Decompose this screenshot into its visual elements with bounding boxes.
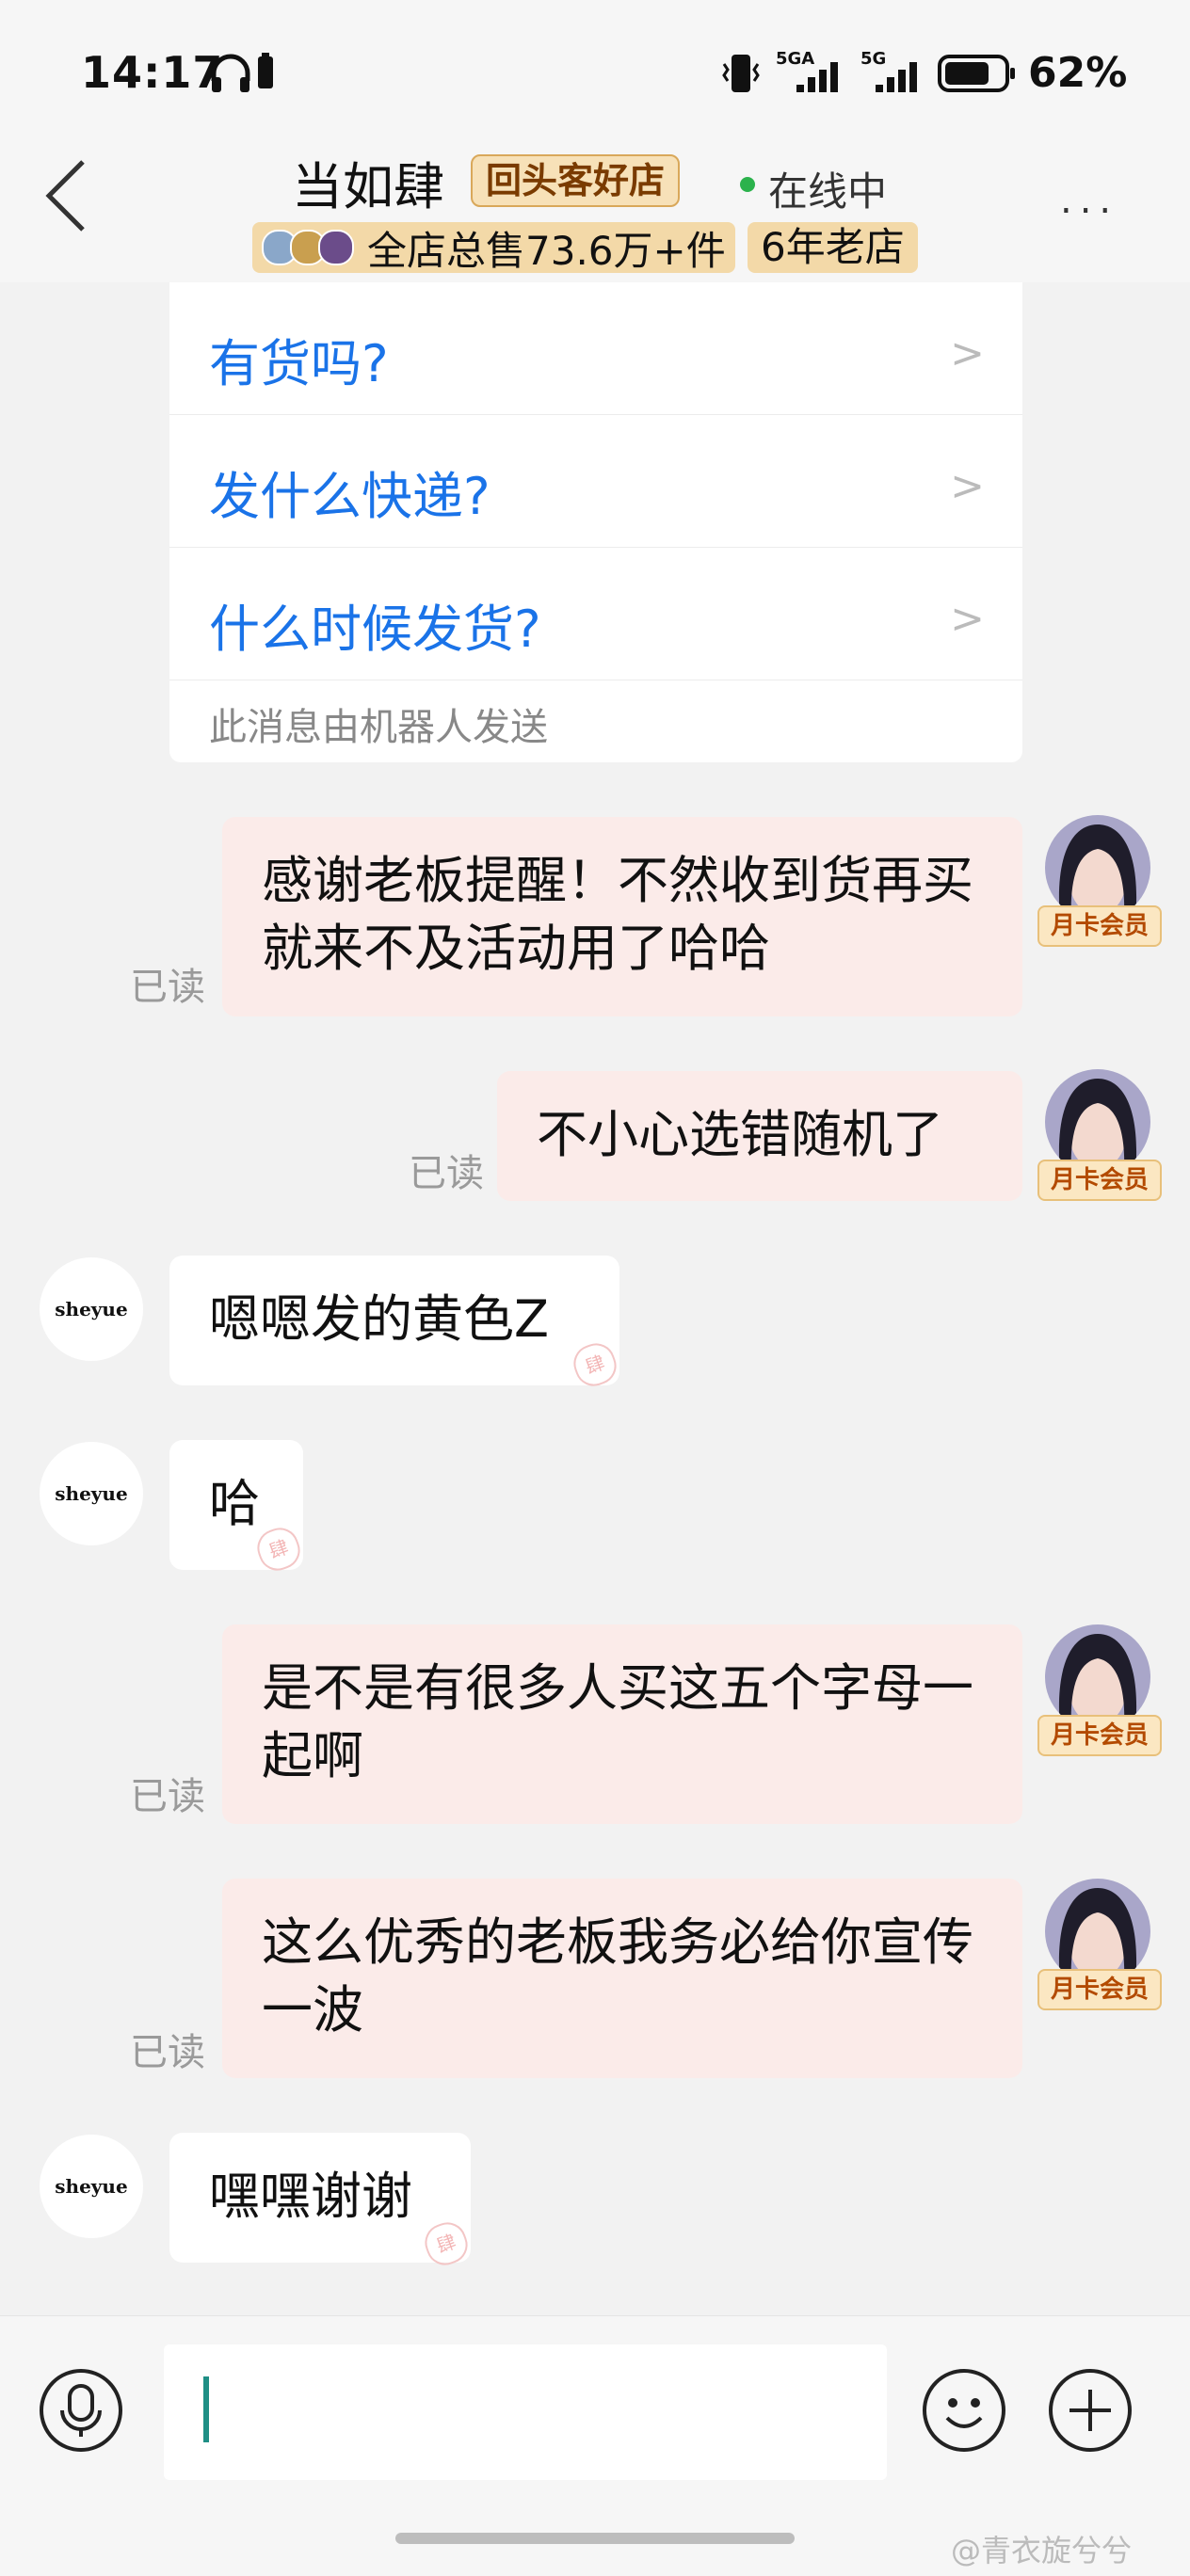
message-input[interactable] xyxy=(164,2344,887,2480)
battery-small-icon xyxy=(258,53,273,88)
back-icon[interactable] xyxy=(41,158,88,233)
signal-5ga-icon xyxy=(796,62,838,92)
sales-stat-pill: 全店总售73.6万+件 xyxy=(252,222,735,274)
faq-question: 有货吗? xyxy=(209,334,389,393)
home-indicator[interactable] xyxy=(395,2533,795,2544)
faq-question: 什么时候发货? xyxy=(209,600,541,659)
input-bar: @青衣旋兮兮 xyxy=(0,2315,1190,2576)
read-receipt: 已读 xyxy=(130,966,205,1009)
vip-badge: 月卡会员 xyxy=(1037,1969,1162,2010)
chevron-right-icon: > xyxy=(950,462,985,510)
vip-badge: 月卡会员 xyxy=(1037,1160,1162,1201)
faq-item[interactable]: 什么时候发货? > xyxy=(169,548,1022,680)
buyer-avatars xyxy=(262,230,354,265)
voice-button[interactable] xyxy=(40,2369,122,2452)
my-message-bubble[interactable]: 不小心选错随机了 xyxy=(497,1071,1022,1201)
shop-avatar[interactable]: sheyue xyxy=(40,1257,143,1361)
buyer-avatar xyxy=(318,230,354,265)
status-bar: 14:17 5GA 5G 62% xyxy=(0,0,1190,141)
emoji-button[interactable] xyxy=(923,2369,1005,2452)
battery-percent: 62% xyxy=(1028,49,1128,97)
faq-item[interactable]: 有货吗? > xyxy=(169,282,1022,415)
vibrate-icon xyxy=(722,55,760,92)
shop-name[interactable]: 当如肆 xyxy=(292,145,444,219)
microphone-icon xyxy=(60,2384,102,2437)
emoji-icon xyxy=(945,2398,983,2428)
faq-question: 发什么快递? xyxy=(209,467,490,526)
shop-avatar[interactable]: sheyue xyxy=(40,2135,143,2238)
sales-stat-text: 全店总售73.6万+件 xyxy=(367,227,726,274)
battery-icon xyxy=(938,55,1015,92)
more-actions-button[interactable] xyxy=(1049,2369,1132,2452)
my-message-bubble[interactable]: 是不是有很多人买这五个字母一起啊 xyxy=(222,1624,1022,1824)
watermark: @青衣旋兮兮 xyxy=(951,2533,1133,2568)
read-receipt: 已读 xyxy=(409,1152,484,1195)
my-message-bubble[interactable]: 这么优秀的老板我务必给你宣传一波 xyxy=(222,1879,1022,2078)
shop-age-badge: 6年老店 xyxy=(748,222,918,273)
read-receipt: 已读 xyxy=(130,2031,205,2074)
repeat-customer-badge: 回头客好店 xyxy=(471,154,681,207)
chevron-right-icon: > xyxy=(950,329,985,377)
online-dot-icon xyxy=(740,177,755,192)
online-status: 在线中 xyxy=(768,168,888,215)
chat-header: 当如肆 回头客好店 在线中 全店总售73.6万+件 6年老店 ... xyxy=(0,141,1190,282)
plus-icon xyxy=(1069,2390,1111,2431)
vip-badge: 月卡会员 xyxy=(1037,1715,1162,1756)
signal-5g-icon xyxy=(876,62,917,92)
shop-avatar[interactable]: sheyue xyxy=(40,1442,143,1545)
faq-item[interactable]: 发什么快递? > xyxy=(169,415,1022,548)
read-receipt: 已读 xyxy=(130,1775,205,1818)
more-options-button[interactable]: ... xyxy=(1060,179,1118,222)
clock: 14:17 xyxy=(81,47,224,98)
robot-faq-card: 有货吗? > 发什么快递? > 什么时候发货? > 此消息由机器人发送 xyxy=(169,282,1022,762)
headphones-icon xyxy=(211,54,250,92)
robot-footer-note: 此消息由机器人发送 xyxy=(209,706,548,749)
vip-badge: 月卡会员 xyxy=(1037,905,1162,947)
text-cursor xyxy=(203,2376,209,2442)
shop-message-bubble[interactable]: 嗯嗯发的黄色Z xyxy=(169,1256,619,1385)
chevron-right-icon: > xyxy=(950,595,985,643)
my-message-bubble[interactable]: 感谢老板提醒！不然收到货再买就来不及活动用了哈哈 xyxy=(222,817,1022,1016)
